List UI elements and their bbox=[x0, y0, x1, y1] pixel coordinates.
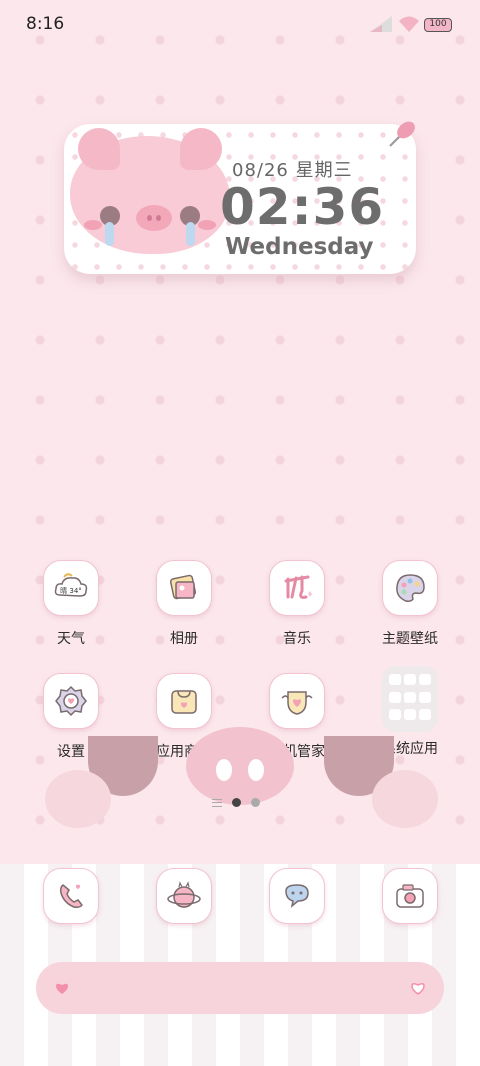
page-dot-1[interactable] bbox=[232, 798, 241, 807]
weather-badge-text: 晴 34° bbox=[60, 586, 82, 595]
decorative-pig-nostril-right bbox=[248, 759, 264, 781]
settings-icon bbox=[43, 673, 99, 729]
decorative-blush-left bbox=[45, 770, 111, 828]
camera-icon bbox=[396, 884, 424, 908]
widget-time: 02:36 bbox=[220, 178, 385, 236]
pig-blush-left bbox=[84, 220, 102, 230]
pig-tear-right bbox=[186, 222, 195, 246]
clock-widget[interactable]: 08/26 星期三 02:36 Wednesday bbox=[64, 124, 416, 274]
app-gallery[interactable]: 相册 bbox=[134, 560, 234, 648]
app-gallery-label: 相册 bbox=[170, 631, 198, 647]
signal-icon bbox=[370, 16, 392, 32]
music-icon bbox=[269, 560, 325, 616]
decorative-pig-snout bbox=[186, 727, 294, 805]
pig-nose bbox=[136, 205, 172, 231]
search-bar[interactable] bbox=[36, 962, 444, 1014]
wifi-icon bbox=[399, 16, 419, 32]
app-store-icon bbox=[156, 673, 212, 729]
heart-icon-left bbox=[56, 983, 68, 994]
pushpin-icon bbox=[389, 121, 415, 147]
status-time: 8:16 bbox=[26, 14, 65, 34]
app-theme-wallpaper[interactable]: 主题壁纸 bbox=[360, 560, 460, 648]
widget-day: Wednesday bbox=[225, 234, 374, 260]
app-theme-wallpaper-label: 主题壁纸 bbox=[382, 631, 438, 647]
folder-icon bbox=[382, 666, 438, 732]
pig-ear-right bbox=[180, 128, 222, 170]
messages-icon bbox=[285, 884, 309, 908]
pig-ear-left bbox=[78, 128, 120, 170]
status-bar: 8:16 100 bbox=[0, 0, 480, 50]
page-dot-2[interactable] bbox=[251, 798, 260, 807]
app-weather[interactable]: 晴 34° 天气 bbox=[21, 560, 121, 648]
app-music-label: 音乐 bbox=[283, 631, 311, 647]
heart-icon-right[interactable] bbox=[408, 978, 428, 998]
battery-icon: 100 bbox=[424, 18, 452, 32]
dock-messages-app[interactable] bbox=[269, 868, 325, 924]
dock-camera-app[interactable] bbox=[382, 868, 438, 924]
phone-manager-icon bbox=[269, 673, 325, 729]
page-indicator[interactable] bbox=[212, 798, 260, 807]
weather-icon: 晴 34° bbox=[43, 560, 99, 616]
dock-phone-app[interactable] bbox=[43, 868, 99, 924]
decorative-pig-nostril-left bbox=[216, 759, 232, 781]
app-music[interactable]: 音乐 bbox=[247, 560, 347, 648]
palette-icon bbox=[382, 560, 438, 616]
browser-icon bbox=[167, 881, 201, 908]
page-menu-icon[interactable] bbox=[212, 798, 222, 807]
pig-face-illustration bbox=[70, 128, 230, 254]
pig-blush-right bbox=[198, 220, 216, 230]
decorative-blush-right bbox=[372, 770, 438, 828]
phone-icon bbox=[60, 884, 83, 908]
app-weather-label: 天气 bbox=[57, 631, 85, 647]
pig-tear-left bbox=[105, 222, 114, 246]
dock-browser-app[interactable] bbox=[156, 868, 212, 924]
gallery-icon bbox=[156, 560, 212, 616]
